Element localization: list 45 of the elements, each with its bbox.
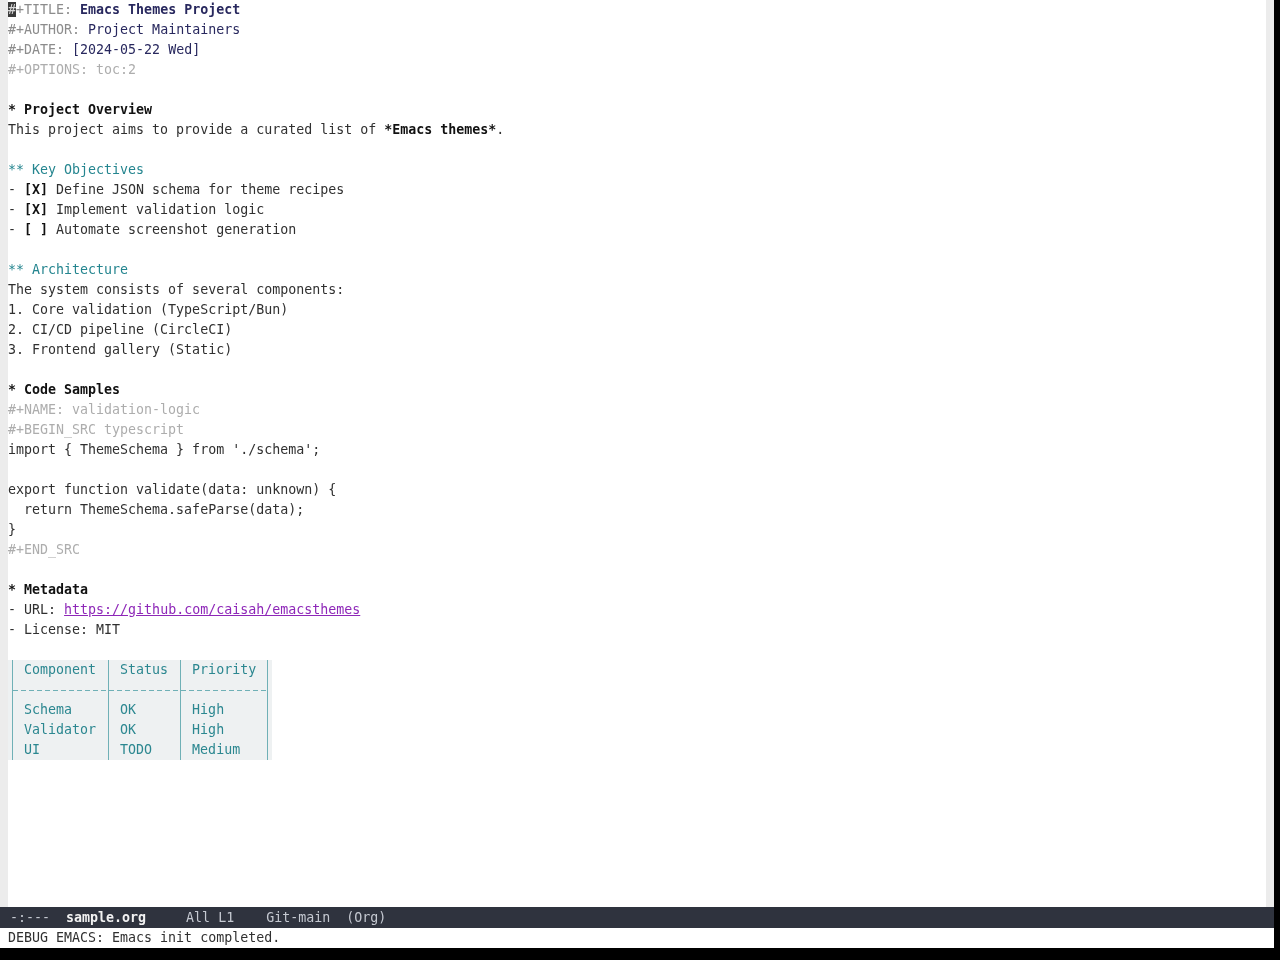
keyword-label: #+OPTIONS:	[8, 62, 89, 77]
major-mode: (Org)	[346, 908, 387, 927]
keyword-label: #+AUTHOR:	[8, 22, 81, 37]
column-header: Component	[12, 660, 109, 680]
block-delimiter: #+BEGIN_SRC typescript	[8, 421, 186, 440]
list-item-text: - URL:	[8, 602, 57, 617]
numbered-item: 1. Core validation (TypeScript/Bun)	[8, 301, 290, 319]
table-cell: UI	[12, 740, 109, 760]
table-cell: Schema	[12, 700, 109, 720]
table-cell: High	[180, 720, 269, 740]
checklist-item: - [X] Implement validation logic	[8, 201, 266, 219]
table-cell: High	[180, 700, 269, 720]
date-value: [2024-05-22 Wed]	[72, 42, 201, 57]
numbered-item: 2. CI/CD pipeline (CircleCI)	[8, 321, 234, 339]
option-value: toc:2	[96, 62, 137, 77]
keyword-label: #+DATE:	[8, 42, 65, 57]
keyword-line: #+NAME: validation-logic	[8, 401, 202, 419]
paragraph-text: The system consists of several components:	[8, 281, 346, 299]
buffer-name: sample.org	[66, 908, 147, 927]
checklist-item: - [ ] Automate screenshot generation	[8, 221, 298, 239]
section-heading: * Code Samples	[8, 381, 122, 399]
url-link[interactable]: https://github.com/caisah/emacsthemes	[64, 602, 361, 617]
table-cell: TODO	[108, 740, 181, 760]
section-heading: * Project Overview	[8, 101, 154, 119]
checklist-item: - [X] Define JSON schema for theme recipes	[8, 181, 346, 199]
column-header: Status	[108, 660, 181, 680]
subsection-heading: ** Architecture	[8, 261, 130, 279]
document-title: Emacs Themes Project	[80, 2, 241, 17]
numbered-item: 3. Frontend gallery (Static)	[8, 341, 234, 359]
table-cell: OK	[108, 700, 181, 720]
source-code: import { ThemeSchema } from './schema'; export function validate(data: unknown) { return ThemeSchema.safeParse(data); }	[8, 441, 338, 539]
subsection-heading: ** Key Objectives	[8, 161, 146, 179]
list-item-text: - License: MIT	[8, 622, 121, 637]
echo-message: DEBUG EMACS: Emacs init completed.	[8, 930, 281, 945]
branch-name: Git-main	[266, 908, 331, 927]
modified-indicator: -:---	[10, 908, 51, 927]
section-heading: * Metadata	[8, 581, 90, 599]
table-cell: Validator	[12, 720, 109, 740]
column-header: Priority	[180, 660, 269, 680]
table-cell: Medium	[180, 740, 269, 760]
block-delimiter: #+END_SRC	[8, 541, 82, 560]
author-name: Project Maintainers	[88, 22, 241, 37]
paragraph-text: This project aims to provide a curated list of *Emacs themes*.	[8, 121, 506, 139]
table-cell: OK	[108, 720, 181, 740]
position-indicator: All L1	[186, 908, 235, 927]
